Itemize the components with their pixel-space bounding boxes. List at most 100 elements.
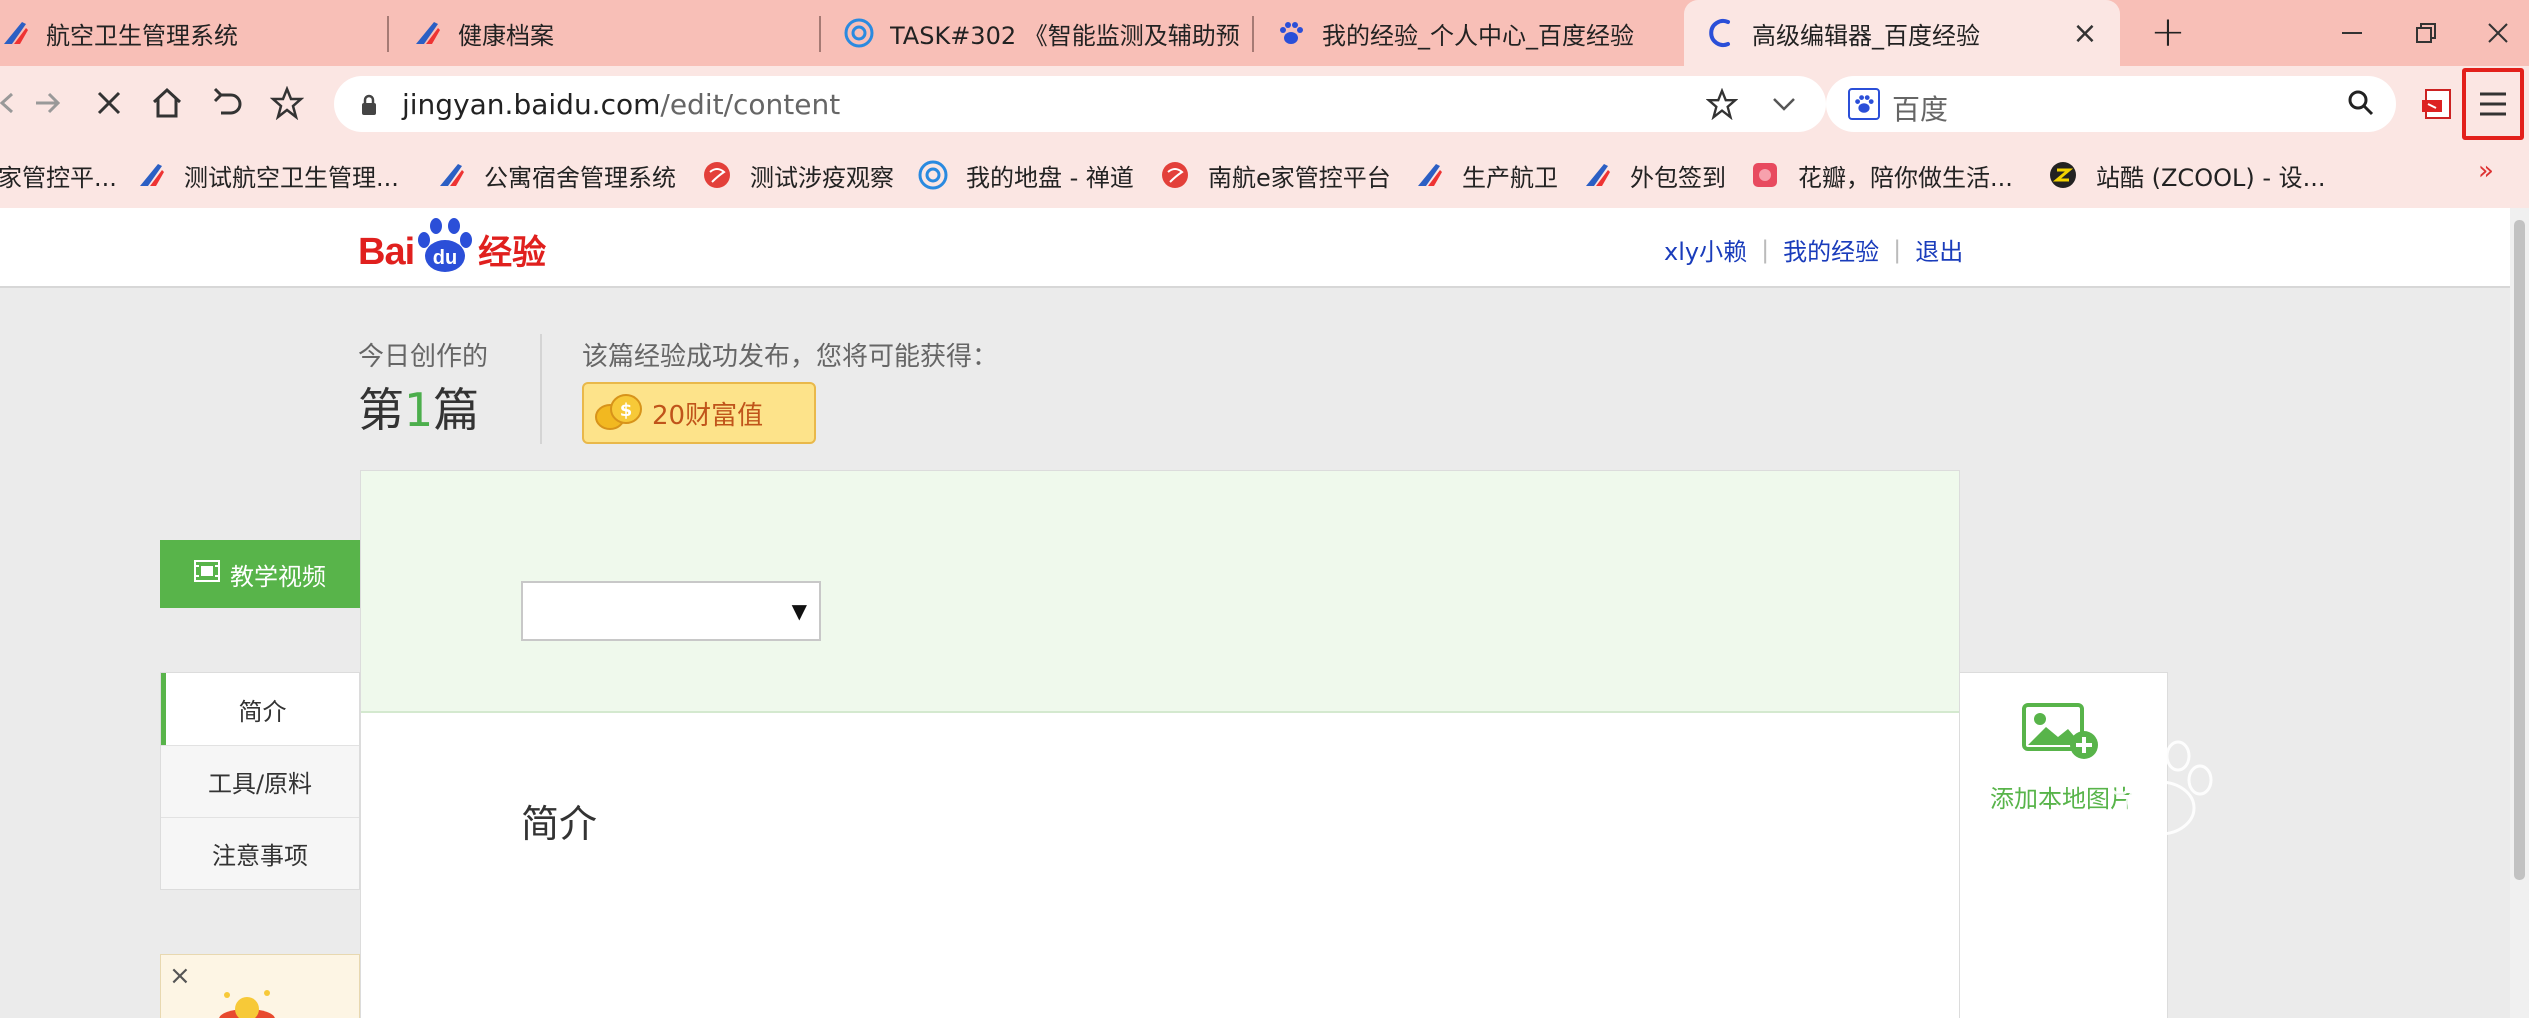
add-image-label[interactable]: 添加本地图片 [1990, 779, 2134, 814]
bookmarks-bar: 家管控平... 测试航空卫生管理... 公寓宿舍管理系统 测试涉疫观察 我的地盘… [0, 142, 2529, 208]
page-scrollbar[interactable] [2510, 208, 2529, 1018]
zcool-icon [2048, 160, 2078, 190]
bookmark-item[interactable]: 南航e家管控平台 [1160, 156, 1391, 194]
tab-title: 航空卫生管理系统 [46, 21, 238, 50]
huaban-icon [1750, 160, 1780, 190]
section-nav-tools[interactable]: 工具/原料 [161, 745, 359, 817]
search-placeholder: 百度 [1892, 93, 1949, 126]
search-input[interactable]: 百度 [1826, 76, 2396, 132]
divider: | [1893, 235, 1902, 264]
divider [540, 334, 542, 444]
bookmark-item[interactable]: 外包签到 [1582, 156, 1726, 194]
tab-advanced-editor[interactable]: 高级编辑器_百度经验 × [1684, 0, 2120, 66]
favorite-star-icon[interactable] [1705, 87, 1739, 124]
content-editor: ▼ 简介 [360, 470, 1960, 1018]
tutorial-video-button[interactable]: 教学视频 [160, 540, 360, 608]
bookmark-item[interactable]: 我的地盘 - 禅道 [918, 156, 1134, 194]
logo-text: Bai [358, 231, 415, 273]
airline-icon [0, 18, 30, 48]
scrollbar-thumb[interactable] [2514, 220, 2525, 880]
bookmark-item[interactable]: 公寓宿舍管理系统 [436, 156, 676, 194]
count-value: 1 [404, 383, 434, 437]
add-image-icon[interactable] [2022, 703, 2102, 765]
restore-button[interactable] [2396, 8, 2456, 58]
intro-section-title: 简介 [521, 802, 598, 846]
category-select[interactable]: ▼ [521, 581, 821, 641]
bookmark-label: 外包签到 [1630, 163, 1726, 192]
logout-link[interactable]: 退出 [1915, 232, 1963, 267]
bookmarks-overflow-button[interactable]: » [2478, 156, 2494, 186]
tab-separator [387, 16, 389, 52]
url-host: jingyan.baidu.com [402, 88, 661, 121]
tab-title: 高级编辑器_百度经验 [1752, 21, 1980, 50]
promo-ad[interactable]: × [160, 954, 360, 1018]
bookmark-item[interactable]: 站酷 (ZCOOL) - 设... [2048, 156, 2326, 194]
tab-health-records[interactable]: 健康档案 [412, 0, 817, 66]
tab-title: TASK#302 《智能监测及辅助预 [890, 21, 1240, 50]
chandao-icon [844, 18, 874, 48]
section-nav: 简介 工具/原料 注意事项 [160, 672, 360, 890]
new-tab-button[interactable]: + [2145, 10, 2191, 56]
coin-icon: $ [594, 389, 644, 437]
hamburger-menu-icon [2480, 92, 2506, 116]
tutorial-video-label: 教学视频 [230, 562, 326, 591]
bookmark-item[interactable]: 生产航卫 [1414, 156, 1558, 194]
bookmark-item[interactable]: 测试航空卫生管理... [136, 156, 399, 194]
airline-icon [436, 160, 466, 190]
url-path: /edit/content [660, 88, 841, 121]
tab-airline-health[interactable]: 航空卫生管理系统 [0, 0, 385, 66]
airline-icon [136, 160, 166, 190]
search-icon[interactable] [2346, 88, 2376, 122]
bookmark-label: 南航e家管控平台 [1208, 163, 1391, 192]
url-text: jingyan.baidu.com/edit/content [402, 88, 840, 121]
tab-task-302[interactable]: TASK#302 《智能监测及辅助预 [844, 0, 1244, 66]
browser-toolbar: jingyan.baidu.com/edit/content 百度 [0, 66, 2529, 142]
today-count: 第1篇 [358, 374, 479, 440]
publish-reward-label: 该篇经验成功发布，您将可能获得： [582, 342, 999, 372]
chandao-icon [918, 160, 948, 190]
reward-text: 20财富值 [652, 395, 763, 432]
airline-icon [1414, 160, 1444, 190]
bookmark-label: 测试航空卫生管理... [184, 163, 399, 192]
tab-title: 我的经验_个人中心_百度经验 [1322, 21, 1634, 50]
add-image-panel[interactable]: 添加本地图片 [1960, 672, 2168, 1018]
section-nav-intro[interactable]: 简介 [161, 673, 359, 745]
tab-my-experience[interactable]: 我的经验_个人中心_百度经验 [1276, 0, 1676, 66]
undo-close-tab-button[interactable] [204, 80, 250, 126]
forward-button[interactable] [24, 80, 70, 126]
baidu-paw-icon: du [418, 218, 473, 272]
globe-icon [1160, 160, 1190, 190]
airline-icon [1582, 160, 1612, 190]
film-icon [194, 560, 220, 588]
close-icon[interactable]: × [169, 961, 191, 991]
reward-amount: 20 [652, 400, 686, 431]
dropdown-arrow-icon: ▼ [791, 599, 807, 623]
user-name-link[interactable]: xly小赖 [1664, 232, 1747, 267]
bookmark-item[interactable]: 家管控平... [0, 156, 117, 194]
bookmark-item[interactable]: 花瓣，陪你做生活... [1750, 156, 2013, 194]
baidu-paw-icon [1848, 88, 1880, 120]
section-nav-notes[interactable]: 注意事项 [161, 817, 359, 889]
stop-loading-button[interactable] [86, 80, 132, 126]
bookmark-star-icon[interactable] [264, 80, 310, 126]
baidu-jingyan-logo[interactable]: Bai du 经验 [358, 218, 546, 274]
home-button[interactable] [144, 80, 190, 126]
bookmark-label: 我的地盘 - 禅道 [966, 163, 1134, 192]
bookmark-label: 公寓宿舍管理系统 [484, 163, 676, 192]
close-window-button[interactable] [2468, 8, 2528, 58]
reward-badge: $ 20财富值 [582, 382, 816, 444]
address-bar[interactable]: jingyan.baidu.com/edit/content [334, 76, 1826, 132]
browser-menu-button[interactable] [2462, 68, 2524, 140]
bookmark-label: 站酷 (ZCOOL) - 设... [2096, 163, 2326, 192]
minimize-button[interactable] [2322, 8, 2382, 58]
bookmark-label: 家管控平... [0, 163, 117, 192]
chevron-down-icon[interactable] [1770, 90, 1798, 122]
my-experience-link[interactable]: 我的经验 [1783, 232, 1879, 267]
pdf-extension-icon[interactable] [2420, 86, 2456, 122]
baidu-paw-icon [1276, 18, 1306, 48]
bookmark-label: 花瓣，陪你做生活... [1798, 163, 2013, 192]
bookmark-item[interactable]: 测试涉疫观察 [702, 156, 894, 194]
close-icon[interactable]: × [2068, 16, 2102, 51]
browser-tab-bar: 航空卫生管理系统 健康档案 TASK#302 《智能监测及辅助预 我的经验_个人… [0, 0, 2529, 66]
divider: | [1761, 235, 1770, 264]
